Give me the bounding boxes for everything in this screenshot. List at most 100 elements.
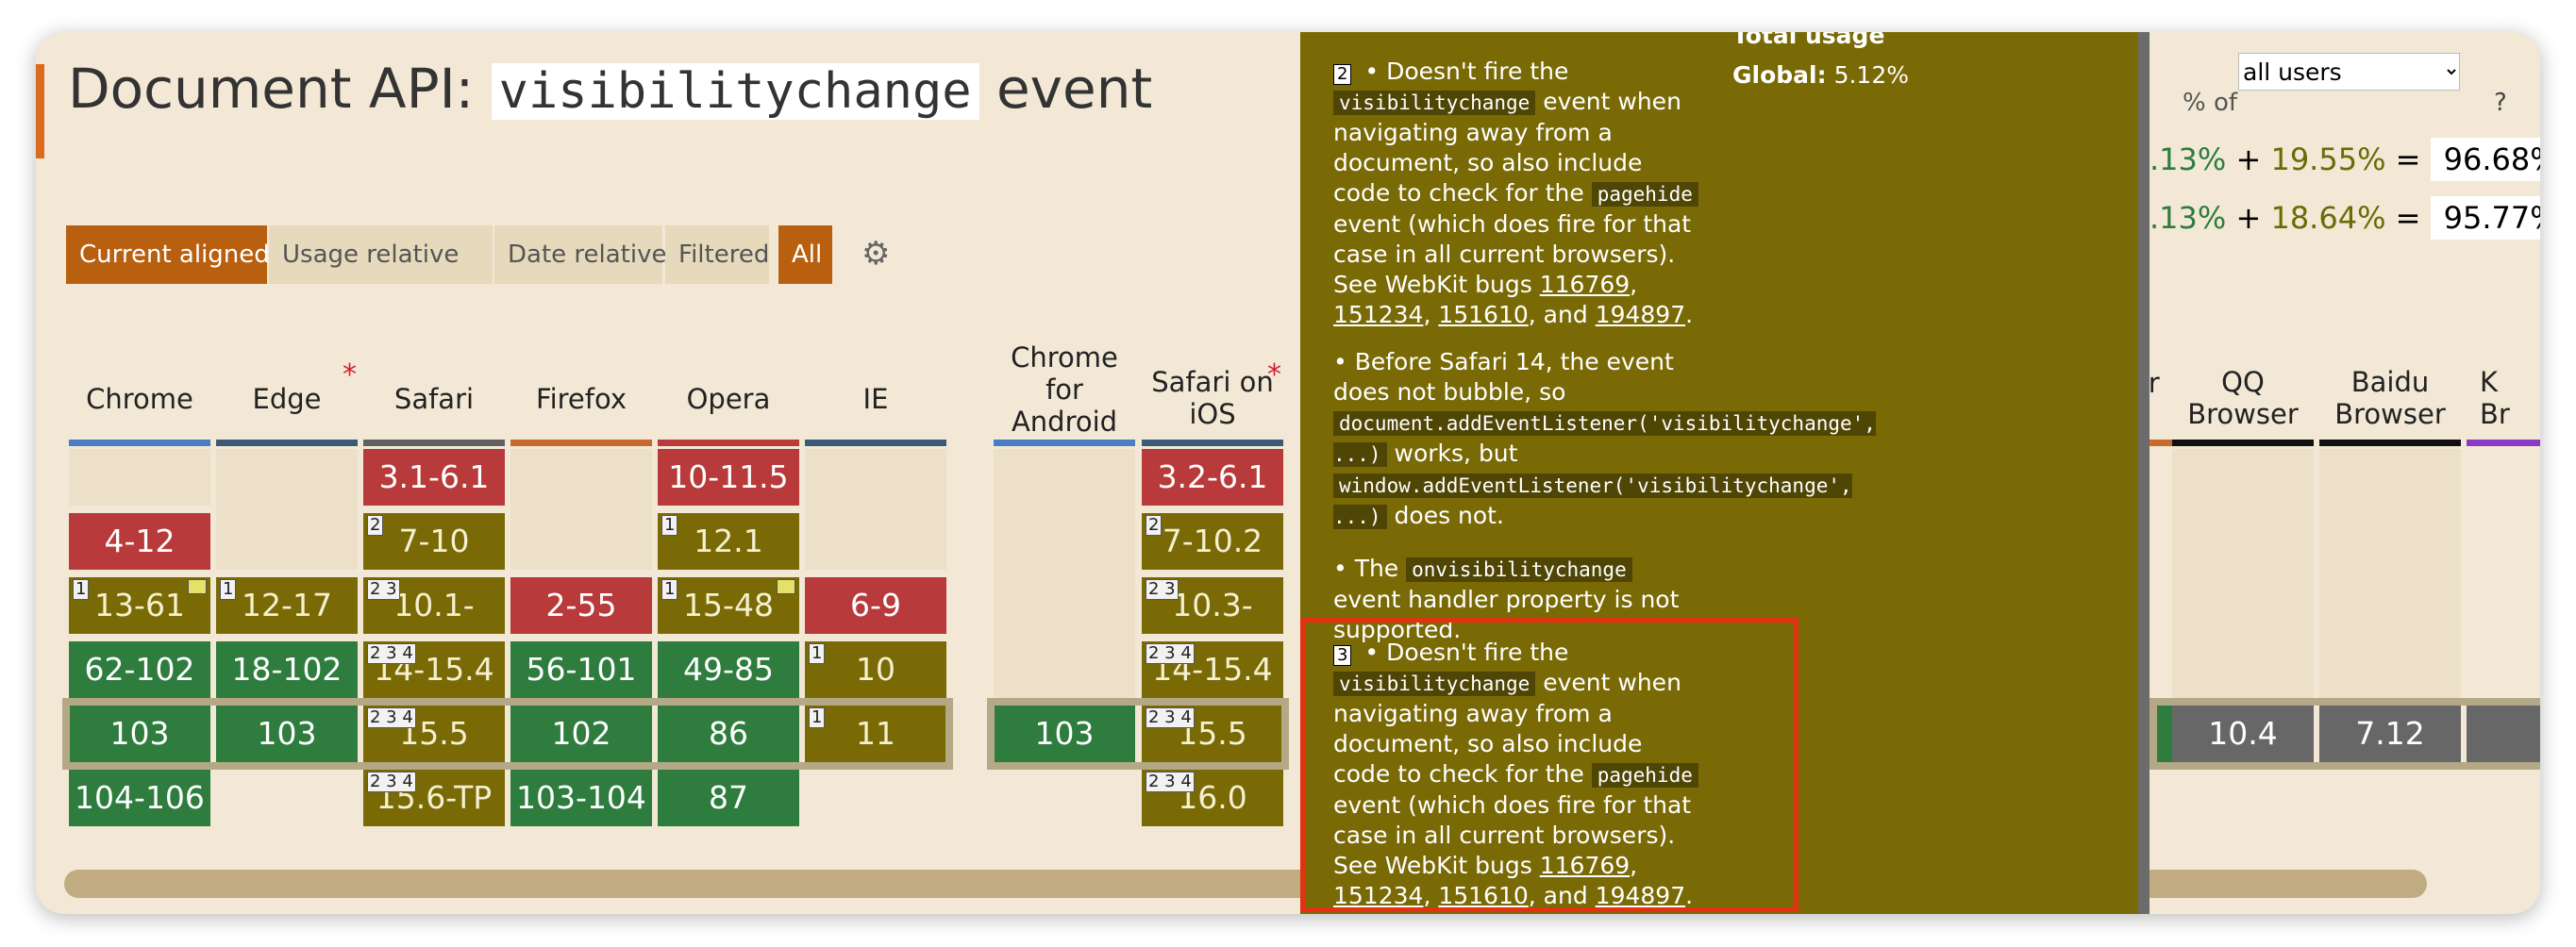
browser-chrome-android: Chrome for Android [1011, 341, 1118, 438]
usage-relative-button[interactable]: Usage relative [269, 225, 493, 284]
note-text: works, but [1386, 440, 1518, 467]
browser-opera: Opera [686, 383, 771, 415]
bug-link[interactable]: 194897 [1596, 301, 1685, 328]
cell-label: 15-48 [683, 587, 774, 623]
safari-ios-cell[interactable]: 3.2-6.1 [1142, 449, 1283, 506]
tooltip-edge [2138, 32, 2149, 914]
note-badge: 2 3 4 [367, 643, 416, 664]
ie-bar [805, 440, 946, 446]
usage-equals: = [2395, 141, 2421, 177]
firefox-cell[interactable]: 103-104 [510, 770, 652, 826]
safari-cell[interactable]: 3.1-6.1 [363, 449, 505, 506]
safari-cell[interactable]: 2 3 4 14-15.4 [363, 641, 505, 698]
users-select[interactable]: all users [2238, 53, 2460, 91]
cell-label: 12.1 [694, 523, 763, 559]
tooltip-note-2: 2 • Doesn't fire the visibilitychange ev… [1333, 57, 1706, 330]
safari-cell[interactable]: 2 7-10 [363, 513, 505, 570]
note-text: does not. [1386, 502, 1504, 529]
usage-plus: + [2235, 141, 2262, 177]
chrome-cell[interactable]: 1 13-61 [69, 577, 210, 634]
browser-ie: IE [862, 383, 889, 415]
title-suffix: event [979, 57, 1153, 121]
note-text: • Doesn't fire the [1357, 58, 1569, 85]
help-button[interactable]: ? [2494, 89, 2507, 117]
safari-cell[interactable]: 2 310.1-13.1 [363, 577, 505, 680]
edge-bar [216, 440, 358, 446]
chrome-cell[interactable]: 104-106 [69, 770, 210, 826]
ie-cell[interactable]: 6-9 [805, 577, 946, 634]
tooltip-usage-title: Total usage [1732, 32, 1885, 49]
global-label: Global: [1732, 61, 1827, 89]
cell-label: 12-17 [242, 587, 332, 623]
title-prefix: Document API: [68, 57, 492, 121]
page-title: Document API: visibilitychange event [68, 57, 1152, 121]
current-aligned-button[interactable]: Current aligned [66, 225, 270, 284]
safari-ios-asterisk: * [1267, 358, 1281, 391]
edge-empty [216, 449, 358, 570]
note-badge: 1 [661, 515, 678, 536]
current-version-row-right [2149, 698, 2540, 770]
usage-plus: + [2235, 200, 2262, 236]
app-window: Document API: visibilitychange event Cur… [36, 32, 2540, 914]
edge-cell[interactable]: 18-102 [216, 641, 358, 698]
safari-bar [363, 440, 505, 446]
chrome-cell[interactable]: 4-12 [69, 513, 210, 570]
note-text: • Before Safari 14, the event does not b… [1333, 348, 1674, 406]
k-bar [2467, 440, 2540, 446]
all-button[interactable]: All [778, 225, 832, 284]
opera-bar [658, 440, 799, 446]
safari-cell[interactable]: 2 3 4 15.6-TP [363, 770, 505, 826]
note-badge: 2 3 [1146, 579, 1179, 600]
opera-cell[interactable]: 87 [658, 770, 799, 826]
filtered-button[interactable]: Filtered [665, 225, 769, 284]
usage-row-2: .13% + 18.64% = 95.77% [2149, 196, 2540, 240]
cell-label: 7-10 [398, 523, 470, 559]
flag-icon [188, 579, 207, 594]
cell-label: 10 [856, 651, 895, 688]
chrome-bar [69, 440, 210, 446]
browser-chrome: Chrome [86, 383, 193, 415]
note-badge: 2 [367, 515, 384, 536]
safari-ios-bar [1142, 440, 1283, 446]
chrome-empty [69, 449, 210, 506]
percent-of-label: % of [2183, 89, 2238, 117]
opera-cell[interactable]: 49-85 [658, 641, 799, 698]
ie-cell[interactable]: 1 10 [805, 641, 946, 698]
browser-k-partial: K Br [2480, 366, 2510, 430]
bug-link[interactable]: 151610 [1438, 301, 1528, 328]
safari-ios-cell[interactable]: 2 3 4 16.0 [1142, 770, 1283, 826]
edge-asterisk: * [343, 358, 357, 391]
date-relative-button[interactable]: Date relative [494, 225, 666, 284]
note-number: 2 [1333, 64, 1352, 85]
safari-ios-cell[interactable]: 2 310.3-13.7 [1142, 577, 1283, 680]
global-value: 5.12% [1833, 61, 1909, 89]
note-badge: 2 3 4 [1146, 643, 1195, 664]
opera-cell[interactable]: 1 12.1 [658, 513, 799, 570]
opera-cell[interactable]: 1 15-48 [658, 577, 799, 634]
tooltip-global: Global: 5.12% [1732, 60, 1909, 91]
browser-safari: Safari [393, 383, 475, 415]
usage-partial-value: 19.55% [2270, 141, 2386, 177]
cell-label: 13-61 [94, 587, 185, 623]
qq-empty [2172, 449, 2314, 698]
bug-link[interactable]: 116769 [1540, 271, 1630, 298]
baidu-bar [2319, 440, 2461, 446]
flag-icon [777, 579, 795, 594]
bug-link[interactable]: 151234 [1333, 301, 1423, 328]
firefox-cell[interactable]: 2-55 [510, 577, 652, 634]
title-code: visibilitychange [491, 63, 979, 120]
ie-empty [805, 449, 946, 570]
firefox-cell[interactable]: 56-101 [510, 641, 652, 698]
safari-ios-cell[interactable]: 2 7-10.2 [1142, 513, 1283, 570]
safari-ios-cell[interactable]: 2 3 4 14-15.4 [1142, 641, 1283, 698]
edge-cell[interactable]: 1 12-17 [216, 577, 358, 634]
highlight-box [1300, 618, 1798, 912]
note-text: . [1685, 301, 1694, 328]
chrome-cell[interactable]: 62-102 [69, 641, 210, 698]
gear-icon[interactable]: ⚙ [861, 238, 894, 270]
opera-cell[interactable]: 10-11.5 [658, 449, 799, 506]
baidu-empty [2319, 449, 2461, 698]
note-text: • The [1333, 555, 1407, 582]
note-badge: 1 [661, 579, 678, 600]
usage-partial-left: .13% [2149, 141, 2227, 177]
